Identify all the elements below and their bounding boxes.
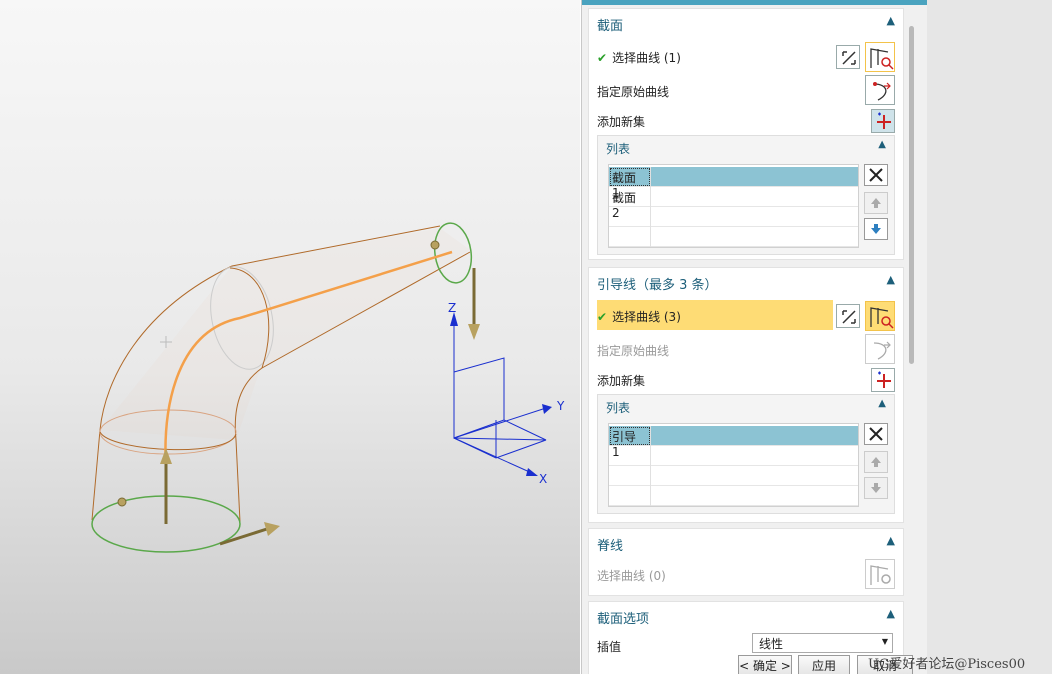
list-item-empty (609, 486, 858, 506)
section-add-new-set-label: 添加新集 (597, 115, 646, 129)
add-set-icon (877, 371, 891, 388)
spine-group-title: 脊线 (597, 539, 624, 554)
watermark-text: UG爱好者论坛@Pisces00 (868, 657, 1026, 672)
list-item-empty (609, 446, 858, 466)
swept-dialog: 截面 ▲ ✔ 选择曲线 (1) 指定原始曲线 添加新集 列表 ▲ 截面 1 截面 … (581, 0, 927, 674)
apply-button[interactable]: 应用 (798, 655, 850, 674)
reverse-direction-icon (842, 51, 856, 65)
guide-specify-origin-label: 指定原始曲线 (597, 344, 670, 358)
check-icon: ✔ (597, 51, 608, 65)
guide-collapse-icon[interactable]: ▲ (887, 273, 895, 286)
ok-button[interactable]: < 确定 > (738, 655, 792, 674)
list-item-label: 引导 1 (609, 426, 651, 459)
interp-label: 插值 (597, 640, 622, 654)
section-list-title: 列表 (606, 142, 631, 156)
section-select-curve[interactable]: ✔ 选择曲线 (1) (597, 49, 681, 66)
origin-curve-icon (873, 341, 891, 360)
section-specify-origin-label: 指定原始曲线 (597, 85, 670, 99)
guide-select-curve[interactable]: ✔ 选择曲线 (3) (597, 308, 681, 325)
list-item[interactable]: 截面 2 (609, 187, 858, 220)
swept-model-drawing: Z Y X (91, 222, 565, 553)
section-options-title: 截面选项 (597, 612, 650, 627)
check-icon: ✔ (597, 310, 608, 324)
arrow-up-icon (871, 457, 881, 467)
guide-list-collapse-icon[interactable]: ▲ (878, 398, 886, 409)
list-item[interactable]: 引导 1 (609, 426, 858, 459)
z-axis-label: Z (448, 301, 456, 315)
section-options-collapse-icon[interactable]: ▲ (887, 607, 895, 620)
arrow-down-icon (871, 224, 881, 234)
guide-curve-rule-button[interactable] (865, 301, 895, 331)
chevron-down-icon: ▼ (881, 637, 888, 646)
arrow-down-icon (871, 483, 881, 493)
remove-section-button[interactable] (864, 164, 888, 186)
guide-add-new-set-button[interactable] (871, 368, 895, 392)
curve-rule-icon (870, 565, 891, 585)
section-group: 截面 ▲ ✔ 选择曲线 (1) 指定原始曲线 添加新集 列表 ▲ 截面 1 截面 … (588, 8, 904, 260)
guide-move-down-button[interactable] (864, 477, 888, 499)
specify-origin-curve-button[interactable] (865, 75, 895, 105)
x-axis-label: X (539, 472, 547, 486)
guide-list-table: 引导 1 (608, 423, 859, 507)
remove-guide-button[interactable] (864, 423, 888, 445)
spine-curve-rule-button[interactable] (865, 559, 895, 589)
list-item[interactable]: 截面 1 (609, 167, 858, 200)
close-icon (869, 168, 883, 182)
section-group-title: 截面 (597, 19, 624, 34)
section-list-table: 截面 1 截面 2 (608, 164, 859, 248)
add-new-set-button[interactable] (871, 109, 895, 133)
guide-list-box: 列表 ▲ 引导 1 (597, 394, 895, 514)
guide-add-new-set-label: 添加新集 (597, 374, 646, 388)
move-up-button[interactable] (864, 192, 888, 214)
spine-select-curve[interactable]: 选择曲线 (0) (597, 567, 666, 584)
guide-move-up-button[interactable] (864, 451, 888, 473)
section-collapse-icon[interactable]: ▲ (887, 14, 895, 27)
list-item-empty (609, 466, 858, 486)
curve-rule-button[interactable] (865, 42, 895, 72)
list-item-empty (609, 227, 858, 247)
guide-reverse-direction-button[interactable] (836, 304, 860, 328)
guide-group: 引导线（最多 3 条） ▲ ✔ 选择曲线 (3) 指定原始曲线 添加新集 列表 ▲… (588, 267, 904, 523)
spine-group: 脊线 ▲ 选择曲线 (0) (588, 528, 904, 596)
origin-curve-icon (873, 82, 891, 101)
list-item-label: 截面 2 (609, 187, 651, 220)
background-area (927, 0, 1052, 674)
reverse-direction-button[interactable] (836, 45, 860, 69)
list-item-empty (609, 207, 858, 227)
guide-group-title: 引导线（最多 3 条） (597, 278, 718, 293)
curve-rule-icon (870, 48, 894, 70)
guide-list-title: 列表 (606, 401, 631, 415)
reverse-direction-icon (842, 310, 856, 324)
spine-collapse-icon[interactable]: ▲ (887, 534, 895, 547)
graphics-viewport[interactable]: Z Y X (0, 0, 580, 674)
close-icon (869, 427, 883, 441)
section-list-collapse-icon[interactable]: ▲ (878, 139, 886, 150)
list-item-label: 截面 1 (609, 167, 651, 200)
arrow-up-icon (871, 198, 881, 208)
dialog-titlebar (582, 0, 927, 5)
move-down-button[interactable] (864, 218, 888, 240)
section-list-box: 列表 ▲ 截面 1 截面 2 (597, 135, 895, 255)
interp-select[interactable]: 线性 ▼ (752, 633, 893, 653)
add-set-icon (877, 112, 891, 129)
guide-specify-origin-button[interactable] (865, 334, 895, 364)
interp-select-value: 线性 (759, 637, 784, 651)
panel-scrollbar[interactable] (909, 26, 914, 364)
y-axis-label: Y (556, 399, 565, 413)
curve-rule-icon (870, 307, 894, 329)
